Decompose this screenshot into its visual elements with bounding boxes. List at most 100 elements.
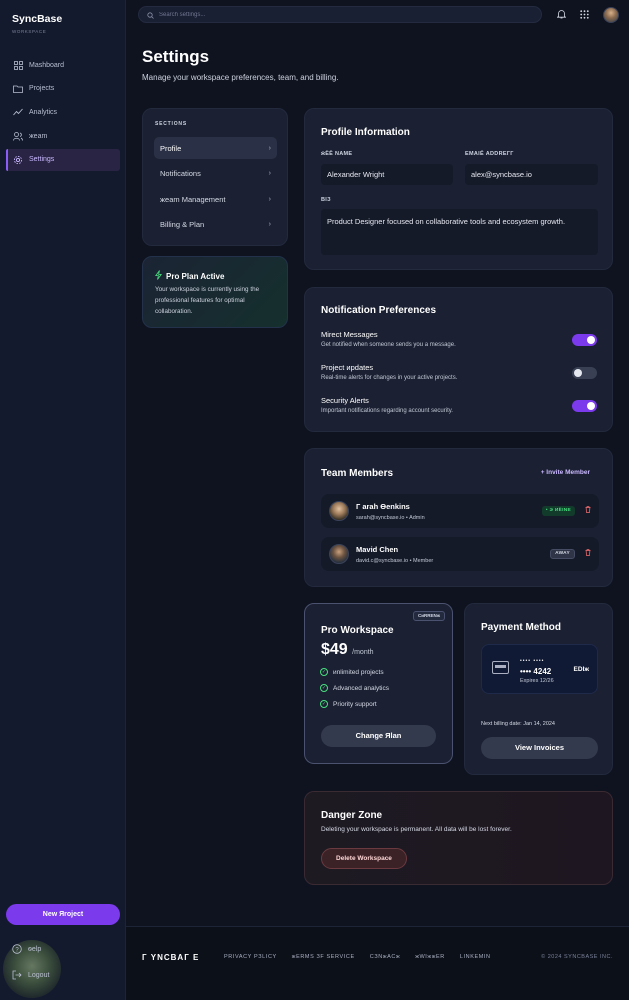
plan-name: Pro Workspace [321, 625, 394, 636]
bio-field[interactable]: Product Designer focused on collaborativ… [321, 209, 598, 255]
sidebar-item-label: Mashboard [29, 61, 65, 69]
sidebar-item-label: Projects [29, 85, 55, 93]
footer-copyright: © 2024 SYNCBASE INC. [541, 954, 613, 960]
card-expiry: Expires 12/26 [520, 678, 554, 684]
notif-desc: Get notified when someone sends you a me… [321, 342, 456, 348]
delete-workspace-button[interactable]: Delete Workspace [321, 848, 407, 869]
section-item-notifications[interactable]: Notifications › [154, 162, 277, 184]
name-field[interactable]: Alexander Wright [321, 164, 453, 185]
section-item-label: Billing & Plan [160, 219, 205, 229]
users-icon [13, 131, 23, 141]
security-alerts-toggle[interactable] [572, 400, 597, 412]
sections-label: SECTIONS [155, 121, 187, 127]
top-bar [126, 0, 629, 29]
card-dots: •••• •••• [520, 658, 545, 664]
member-row: Г arah Өenkins sarah@syncbase.io • Admin… [321, 494, 599, 528]
apps-grid-icon[interactable] [580, 6, 589, 24]
email-field[interactable]: alex@syncbase.io [465, 164, 598, 185]
toggle-knob [574, 369, 582, 377]
footer-link-contact[interactable]: CЗNжACж [370, 954, 400, 960]
bio-label: BIЗ [321, 197, 331, 203]
footer-brand: Г YNCBAГ E [142, 953, 200, 962]
svg-text:?: ? [15, 947, 19, 953]
section-item-team-management[interactable]: жeam Management › [154, 188, 277, 210]
bell-icon[interactable] [556, 6, 567, 24]
member-name: Mavid Chen [356, 545, 399, 554]
change-plan-button[interactable]: Change Яlan [321, 725, 436, 747]
current-plan-badge: CиRRENж [413, 611, 445, 621]
plan-feature: ✓ Priority support [320, 700, 377, 708]
member-email-role: david.c@syncbase.io • Member [356, 558, 434, 564]
view-invoices-button[interactable]: View Invoices [481, 737, 598, 759]
sidebar-item-label: жeam [29, 132, 48, 140]
plan-feature: ✓ Advanced analytics [320, 684, 389, 692]
email-label: EMAIЁ ADDREГГ [465, 151, 514, 157]
footer: Г YNCBAГ E PRIVACY PЗLICY жERMS ЗF SERVI… [126, 926, 629, 1000]
lightning-icon [155, 270, 162, 282]
notif-title: Security Alerts [321, 396, 369, 405]
toggle-knob [587, 336, 595, 344]
chevron-right-icon: › [268, 144, 271, 152]
notif-title: Mirect Messages [321, 330, 378, 339]
sidebar-item-analytics[interactable]: Analytics [6, 101, 120, 123]
footer-link-linkedin[interactable]: LINKEMIN [460, 954, 491, 960]
brand: SyncBase WORKSPACE [12, 13, 62, 34]
plan-price-amount: $49 [321, 641, 348, 658]
new-project-button[interactable]: New Яroject [6, 904, 120, 925]
plan-feature-label: иnlimited projects [333, 668, 384, 676]
delete-member-icon[interactable] [585, 506, 591, 515]
help-link[interactable]: ? ѳelp [12, 944, 112, 954]
member-row: Mavid Chen david.c@syncbase.io • Member … [321, 537, 599, 571]
delete-member-icon[interactable] [585, 549, 591, 558]
chevron-right-icon: › [268, 195, 271, 203]
toggle-knob [587, 402, 595, 410]
pro-plan-card: Pro Plan Active Your workspace is curren… [142, 256, 288, 328]
footer-link-terms[interactable]: жERMS ЗF SERVICE [292, 954, 355, 960]
footer-link-twitter[interactable]: жWIжжER [415, 954, 445, 960]
team-title: Team Members [321, 468, 394, 479]
danger-title: Danger Zone [321, 810, 383, 821]
member-name: Г arah Өenkins [356, 502, 410, 511]
brand-name: SyncBase [12, 13, 63, 25]
notif-row-direct-messages: Mirect Messages Get notified when someon… [321, 330, 601, 348]
status-badge: • Э ИЁІNE [541, 506, 575, 516]
user-avatar[interactable] [603, 7, 619, 23]
section-item-billing[interactable]: Billing & Plan › [154, 213, 277, 235]
sidebar-nav: Mashboard Projects Analytics жeam Settin… [6, 54, 120, 172]
top-actions [556, 6, 619, 24]
section-item-label: Profile [160, 143, 182, 153]
chevron-right-icon: › [268, 169, 271, 177]
plan-feature: ✓ иnlimited projects [320, 668, 384, 676]
notif-desc: Important notifications regarding accoun… [321, 408, 453, 414]
profile-card: Profile Information ӝЁЁ NAME Alexander W… [304, 108, 613, 270]
member-email-role: sarah@syncbase.io • Admin [356, 515, 425, 521]
sidebar-item-dashboard[interactable]: Mashboard [6, 54, 120, 76]
sidebar-item-team[interactable]: жeam [6, 125, 120, 147]
danger-text: Deleting your workspace is permanent. Al… [321, 826, 512, 833]
project-updates-toggle[interactable] [572, 367, 597, 379]
profile-title: Profile Information [321, 127, 410, 138]
check-icon: ✓ [320, 684, 328, 692]
status-badge: AWAY [550, 549, 575, 559]
footer-links: PRIVACY PЗLICY жERMS ЗF SERVICE CЗNжACж … [224, 954, 491, 960]
payment-title: Payment Method [481, 622, 562, 633]
logout-link[interactable]: Logout [12, 970, 112, 980]
edit-card-button[interactable]: EDІж [574, 666, 589, 673]
footer-link-privacy[interactable]: PRIVACY PЗLICY [224, 954, 277, 960]
section-item-profile[interactable]: Profile › [154, 137, 277, 159]
help-label: ѳelp [28, 945, 42, 953]
plan-price: $49 /month [321, 641, 374, 659]
sidebar-item-projects[interactable]: Projects [6, 78, 120, 100]
search-icon [147, 6, 154, 24]
page-subtitle: Manage your workspace preferences, team,… [142, 73, 339, 82]
notifications-title: Notification Preferences [321, 305, 437, 316]
logout-icon [12, 970, 22, 980]
member-avatar [329, 544, 349, 564]
direct-messages-toggle[interactable] [572, 334, 597, 346]
invite-member-button[interactable]: + Invite Member [541, 469, 590, 476]
notif-desc: Real-time alerts for changes in your act… [321, 375, 458, 381]
sidebar-item-settings[interactable]: Settings [6, 148, 120, 171]
team-card: Team Members + Invite Member Г arah Өenk… [304, 448, 613, 587]
search-input[interactable] [159, 11, 519, 18]
section-item-label: жeam Management [160, 194, 226, 204]
